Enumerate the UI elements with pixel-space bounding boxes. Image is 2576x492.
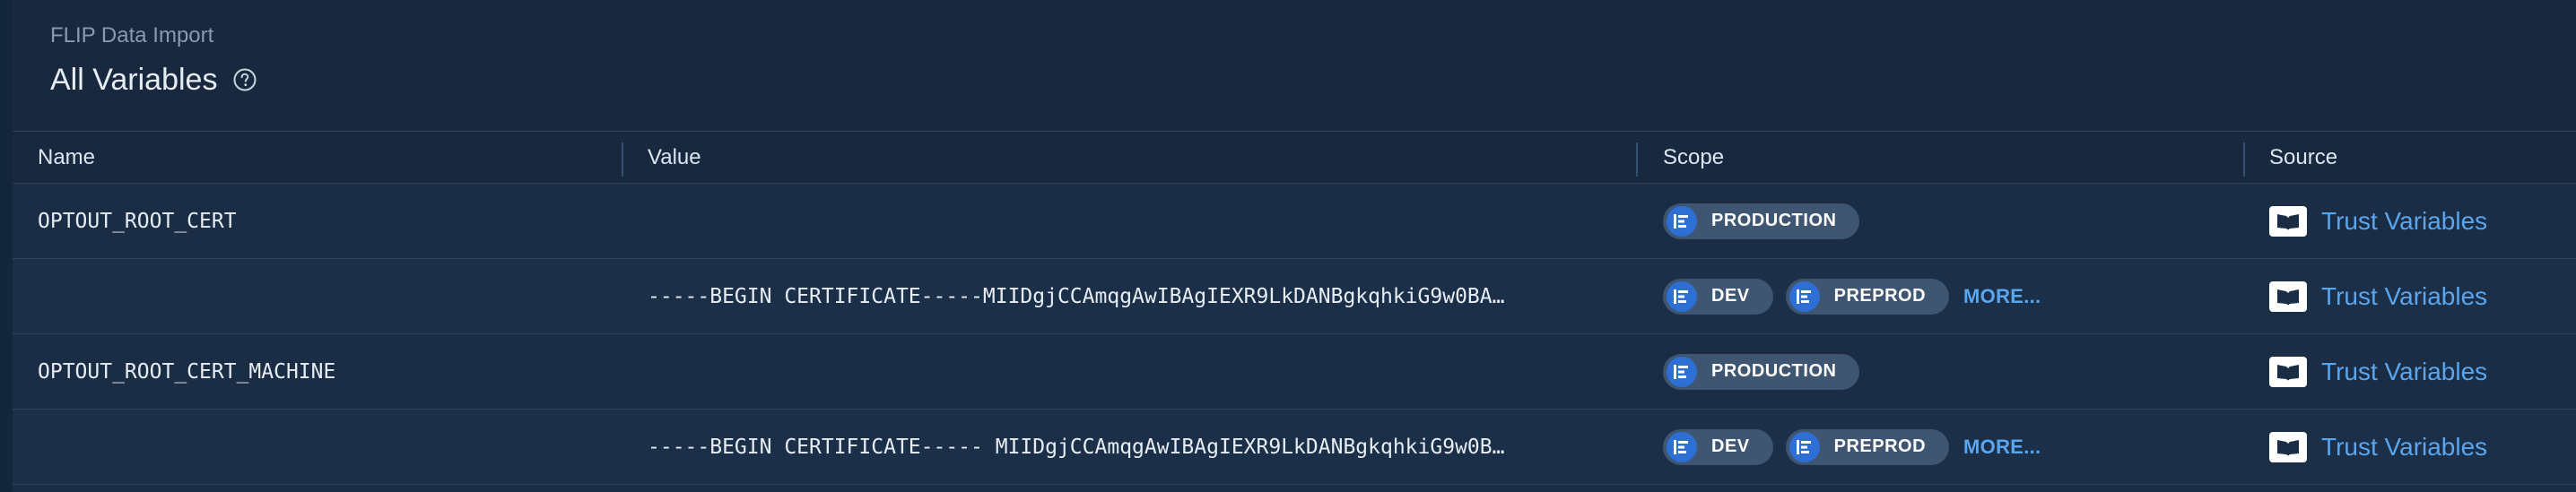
table-row[interactable]: -----BEGIN CERTIFICATE-----MIIDgjCCAmqgA… — [13, 259, 2576, 334]
variable-name-cell — [38, 410, 612, 484]
scope-chip[interactable]: DEV — [1663, 428, 1773, 465]
table-header-row: Name Value Scope Source — [13, 131, 2576, 184]
variable-value: -----BEGIN CERTIFICATE-----MIIDgjCCAmqgA… — [648, 284, 1505, 308]
table-row[interactable]: -----BEGIN CERTIFICATE----- MIIDgjCCAmqg… — [13, 410, 2576, 485]
scope-chip-label: PRODUCTION — [1711, 361, 1837, 381]
environment-icon — [1667, 281, 1697, 312]
source-link[interactable]: Trust Variables — [2321, 282, 2487, 311]
column-header-value[interactable]: Value — [648, 132, 1625, 183]
variable-source-cell: Trust Variables — [2269, 410, 2574, 484]
variable-name-cell — [38, 259, 612, 333]
scope-chip[interactable]: PREPROD — [1785, 278, 1950, 315]
column-header-source-label: Source — [2269, 144, 2338, 169]
book-icon — [2269, 281, 2307, 312]
scope-chip-label: DEV — [1711, 286, 1750, 306]
variable-name-cell: OPTOUT_ROOT_CERT — [38, 184, 612, 258]
variable-scope-cell: DEV PREPROD MORE... — [1663, 259, 2237, 333]
page-header: FLIP Data Import All Variables — [13, 0, 2576, 131]
variable-value: -----BEGIN CERTIFICATE----- MIIDgjCCAmqg… — [648, 435, 1505, 459]
book-icon — [2269, 356, 2307, 387]
environment-icon — [1788, 431, 1820, 462]
column-header-scope[interactable]: Scope — [1663, 132, 2237, 183]
scope-chip-label: PREPROD — [1833, 436, 1927, 456]
scope-chip[interactable]: DEV — [1663, 278, 1773, 315]
column-header-scope-label: Scope — [1663, 144, 1725, 169]
column-header-name-label: Name — [38, 144, 96, 169]
scope-chip-label: PRODUCTION — [1711, 211, 1837, 230]
variable-value-cell — [648, 184, 1625, 258]
page-title: All Variables — [50, 62, 218, 97]
column-header-source[interactable]: Source — [2269, 132, 2574, 183]
column-resize-handle[interactable] — [622, 142, 623, 177]
scope-chip[interactable]: PRODUCTION — [1663, 203, 1860, 239]
variable-scope-cell: PRODUCTION — [1663, 334, 2237, 409]
environment-icon — [1667, 205, 1697, 237]
column-resize-handle[interactable] — [2243, 142, 2245, 177]
variable-source-cell: Trust Variables — [2269, 184, 2574, 258]
book-icon — [2269, 431, 2307, 462]
scope-chip-label: PREPROD — [1833, 286, 1927, 306]
variables-page: FLIP Data Import All Variables Name Valu… — [0, 0, 2576, 492]
title-row: All Variables — [50, 59, 258, 100]
environment-icon — [1667, 356, 1697, 387]
variable-source-cell: Trust Variables — [2269, 259, 2574, 333]
environment-icon — [1667, 431, 1697, 462]
more-scopes-link[interactable]: MORE... — [1963, 436, 2041, 459]
breadcrumb[interactable]: FLIP Data Import — [50, 23, 213, 48]
table-row[interactable]: OPTOUT_ROOT_CERT_MACHINE PRODUCTION Trus… — [13, 334, 2576, 410]
variable-value-cell — [648, 334, 1625, 409]
variable-source-cell: Trust Variables — [2269, 334, 2574, 409]
column-header-value-label: Value — [648, 144, 701, 169]
variable-value-cell: -----BEGIN CERTIFICATE----- MIIDgjCCAmqg… — [648, 410, 1625, 484]
book-icon — [2269, 205, 2307, 237]
variable-name: OPTOUT_ROOT_CERT_MACHINE — [38, 359, 336, 384]
table-row[interactable]: OPTOUT_ROOT_CERT PRODUCTION Trust Variab… — [13, 184, 2576, 259]
more-scopes-link[interactable]: MORE... — [1963, 285, 2041, 308]
scope-chip[interactable]: PREPROD — [1785, 428, 1950, 465]
variable-value-cell: -----BEGIN CERTIFICATE-----MIIDgjCCAmqgA… — [648, 259, 1625, 333]
source-link[interactable]: Trust Variables — [2321, 207, 2487, 236]
environment-icon — [1788, 281, 1820, 312]
help-circle-icon[interactable] — [231, 66, 258, 93]
column-resize-handle[interactable] — [1636, 142, 1638, 177]
source-link[interactable]: Trust Variables — [2321, 358, 2487, 386]
variable-scope-cell: PRODUCTION — [1663, 184, 2237, 258]
variable-name-cell: OPTOUT_ROOT_CERT_MACHINE — [38, 334, 612, 409]
source-link[interactable]: Trust Variables — [2321, 433, 2487, 462]
variables-table: Name Value Scope Source OPTOUT_ROOT_CERT — [13, 131, 2576, 485]
scope-chip[interactable]: PRODUCTION — [1663, 353, 1860, 390]
scope-chip-label: DEV — [1711, 436, 1750, 456]
variable-scope-cell: DEV PREPROD MORE... — [1663, 410, 2237, 484]
left-nav-strip — [0, 0, 13, 492]
column-header-name[interactable]: Name — [38, 132, 612, 183]
variable-name: OPTOUT_ROOT_CERT — [38, 209, 237, 233]
